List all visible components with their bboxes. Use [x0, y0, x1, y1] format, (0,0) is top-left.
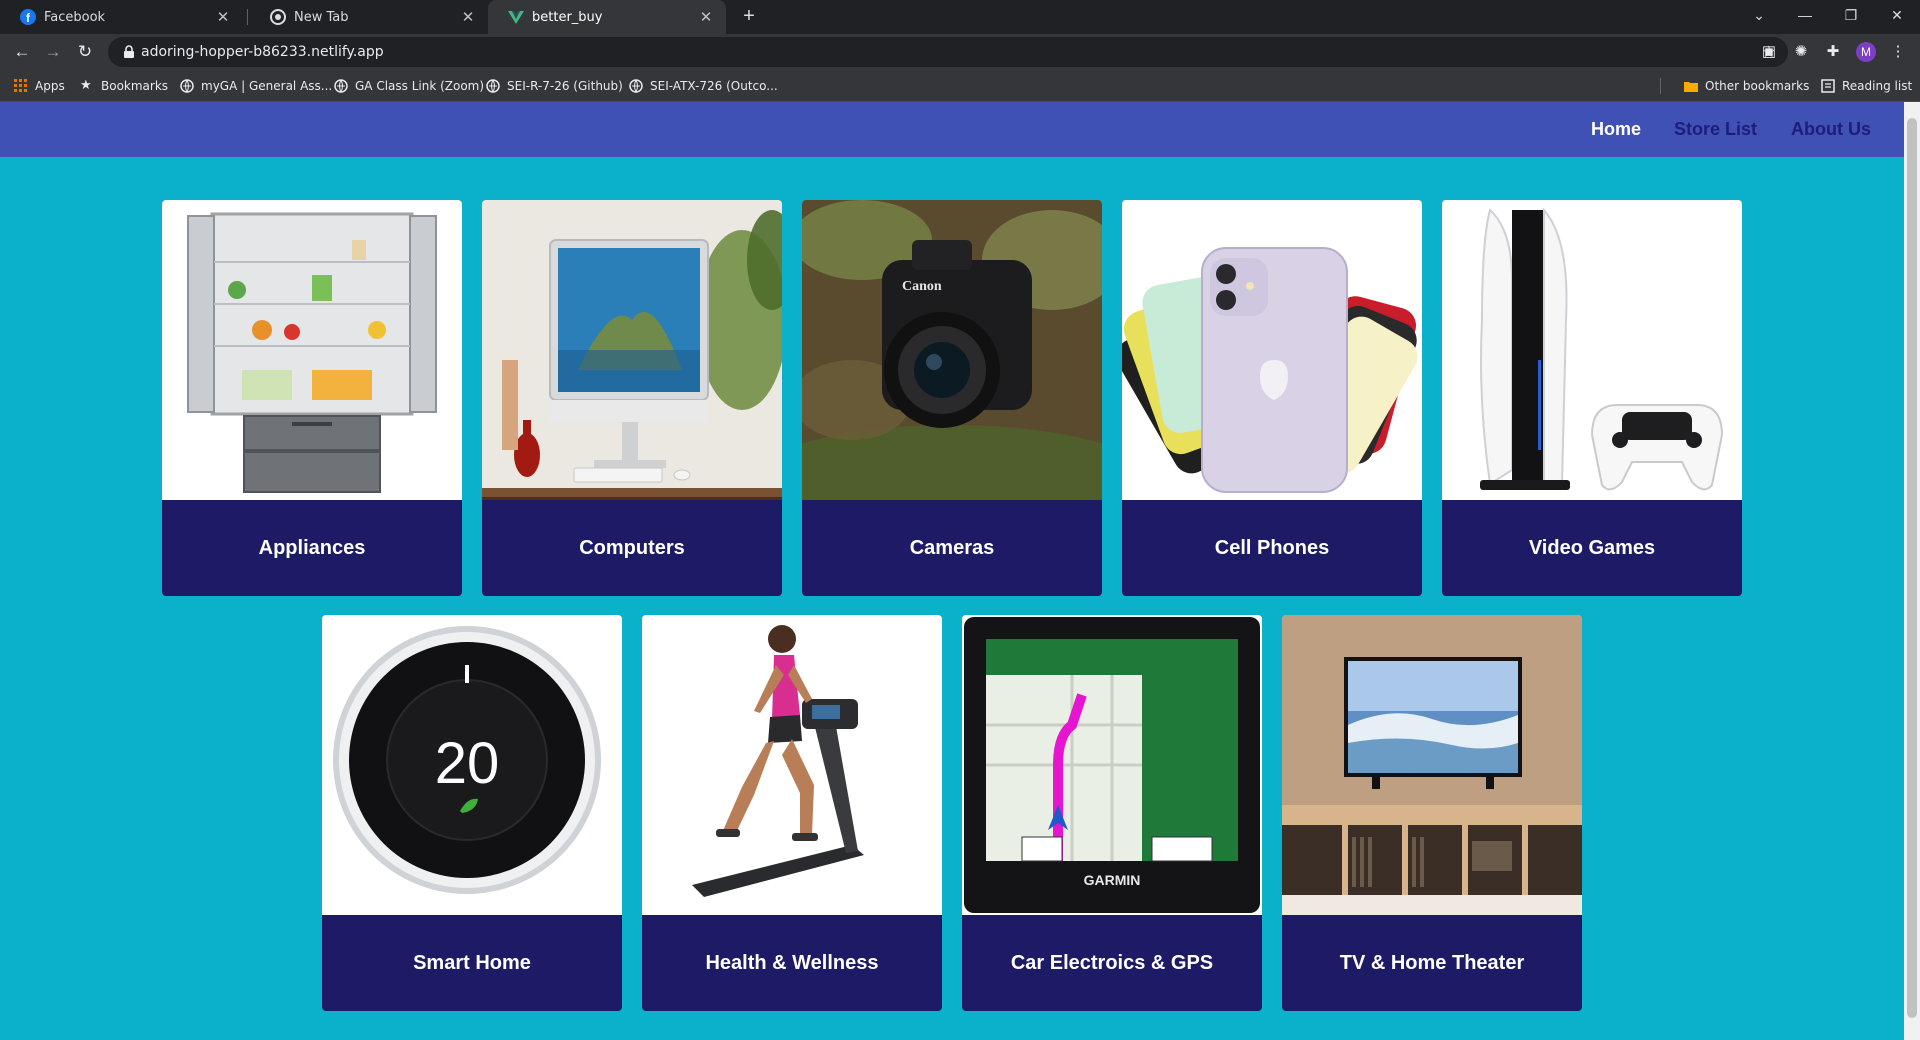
reading-list-icon	[1821, 79, 1835, 93]
globe-icon	[629, 79, 643, 94]
nav-home-link[interactable]: Home	[1591, 119, 1641, 140]
category-label: Car Electroics & GPS	[1010, 951, 1214, 974]
bookmark-label: SEI-ATX-726 (Outco...	[650, 79, 778, 93]
minimize-icon[interactable]: —	[1782, 0, 1828, 30]
refrigerator-image	[162, 200, 462, 500]
thermostat-image: 20	[322, 615, 622, 915]
category-card-appliances[interactable]: Appliances	[162, 200, 462, 596]
globe-icon	[180, 79, 194, 94]
bookmark-label: Bookmarks	[101, 79, 169, 93]
close-icon[interactable]: ✕	[698, 8, 714, 26]
vue-icon	[508, 9, 524, 25]
category-label: Appliances	[258, 536, 366, 559]
site-navbar: Home Store List About Us	[0, 102, 1904, 157]
avatar[interactable]: M	[1856, 42, 1876, 62]
bookmark-label: GA Class Link (Zoom)	[355, 79, 485, 93]
bookmarks-bar: Apps ★ Bookmarks myGA | General Ass... G…	[0, 70, 1920, 102]
apps-grid-icon	[14, 79, 28, 93]
extension-gear-icon[interactable]: ✺	[1791, 42, 1811, 62]
tab-divider	[247, 9, 248, 25]
lock-icon	[122, 45, 136, 59]
treadmill-image	[642, 615, 942, 915]
bookmark-ga-class-link[interactable]: GA Class Link (Zoom)	[334, 70, 484, 102]
facebook-icon: f	[20, 9, 36, 25]
thermostat-temperature: 20	[435, 731, 500, 796]
page-viewport: Home Store List About Us Appliances Comp…	[0, 102, 1920, 1040]
close-icon[interactable]: ✕	[215, 8, 231, 26]
globe-icon	[334, 79, 348, 94]
tab-title: Facebook	[44, 9, 106, 25]
star-icon: ★	[80, 78, 92, 93]
bookmark-divider	[1660, 78, 1661, 94]
chrome-icon	[270, 9, 286, 25]
tab-search-icon[interactable]: ⌄	[1736, 0, 1782, 30]
tab-facebook[interactable]: f Facebook ✕	[0, 0, 243, 34]
extensions-puzzle-icon[interactable]: ✚	[1823, 42, 1843, 62]
tab-better-buy[interactable]: better_buy ✕	[488, 0, 726, 34]
category-label: Computers	[579, 536, 685, 559]
bookmark-bookmarks[interactable]: ★ Bookmarks	[80, 70, 168, 102]
bookmark-myga[interactable]: myGA | General Ass...	[180, 70, 332, 102]
gps-navigator-image: GARMIN	[962, 615, 1262, 915]
tab-new-tab[interactable]: New Tab ✕	[250, 0, 488, 34]
category-label: Health & Wellness	[705, 951, 879, 974]
category-label: Cell Phones	[1214, 536, 1330, 559]
bookmark-apps[interactable]: Apps	[14, 70, 65, 102]
other-bookmarks-label: Other bookmarks	[1705, 79, 1810, 93]
smartphones-image	[1122, 200, 1422, 500]
category-card-tv-home-theater[interactable]: TV & Home Theater	[1282, 615, 1582, 1011]
bookmark-sei-outcomes[interactable]: SEI-ATX-726 (Outco...	[629, 70, 778, 102]
reading-list-label: Reading list	[1842, 79, 1913, 93]
close-icon[interactable]: ✕	[460, 8, 476, 26]
game-console-image	[1442, 200, 1742, 500]
new-tab-button[interactable]: +	[738, 6, 760, 28]
globe-icon	[486, 79, 500, 94]
tab-title: New Tab	[294, 9, 349, 25]
category-card-car-electronics[interactable]: GARMIN Car Electroics & GPS	[962, 615, 1262, 1011]
bookmark-label: SEI-R-7-26 (Github)	[507, 79, 623, 93]
category-card-cell-phones[interactable]: Cell Phones	[1122, 200, 1422, 596]
other-bookmarks[interactable]: Other bookmarks	[1684, 70, 1809, 102]
screen-capture-icon[interactable]: ▣	[1759, 42, 1779, 62]
nav-about-us-link[interactable]: About Us	[1791, 119, 1871, 140]
nav-store-list-link[interactable]: Store List	[1674, 119, 1757, 140]
reading-list[interactable]: Reading list	[1821, 70, 1912, 102]
restore-icon[interactable]: ❐	[1828, 0, 1874, 30]
tab-title: better_buy	[532, 9, 603, 25]
dslr-camera-image: Canon	[802, 200, 1102, 500]
bookmark-label: Apps	[35, 79, 65, 93]
category-card-smart-home[interactable]: 20 Smart Home	[322, 615, 622, 1011]
desktop-computer-image	[482, 200, 782, 500]
browser-tab-strip: f Facebook ✕ New Tab ✕ better_buy ✕ + ⌄ …	[0, 0, 1920, 34]
back-icon[interactable]: ←	[10, 40, 34, 64]
window-close-icon[interactable]: ✕	[1874, 0, 1920, 30]
kebab-menu-icon[interactable]: ⋮	[1888, 42, 1908, 62]
url-text: adoring-hopper-b86233.netlify.app	[141, 44, 384, 60]
category-label: Smart Home	[413, 951, 531, 974]
category-card-cameras[interactable]: Canon Cameras	[802, 200, 1102, 596]
svg-text:Canon: Canon	[902, 279, 942, 294]
folder-icon	[1684, 79, 1698, 93]
bookmark-sei-github[interactable]: SEI-R-7-26 (Github)	[486, 70, 623, 102]
page-scrollbar[interactable]	[1904, 102, 1920, 1040]
scrollbar-thumb[interactable]	[1907, 118, 1917, 1018]
category-label: TV & Home Theater	[1339, 951, 1525, 974]
category-card-video-games[interactable]: Video Games	[1442, 200, 1742, 596]
address-bar[interactable]: adoring-hopper-b86233.netlify.app ☆	[108, 37, 1788, 67]
category-label: Video Games	[1528, 536, 1656, 559]
category-card-health-wellness[interactable]: Health & Wellness	[642, 615, 942, 1011]
category-label: Cameras	[909, 536, 995, 559]
browser-toolbar: ← → ↻ adoring-hopper-b86233.netlify.app …	[0, 34, 1920, 70]
category-card-computers[interactable]: Computers	[482, 200, 782, 596]
bookmark-label: myGA | General Ass...	[201, 79, 333, 93]
reload-icon[interactable]: ↻	[73, 40, 97, 64]
svg-text:GARMIN: GARMIN	[1084, 872, 1141, 888]
forward-icon[interactable]: →	[41, 40, 65, 64]
television-image	[1282, 615, 1582, 915]
